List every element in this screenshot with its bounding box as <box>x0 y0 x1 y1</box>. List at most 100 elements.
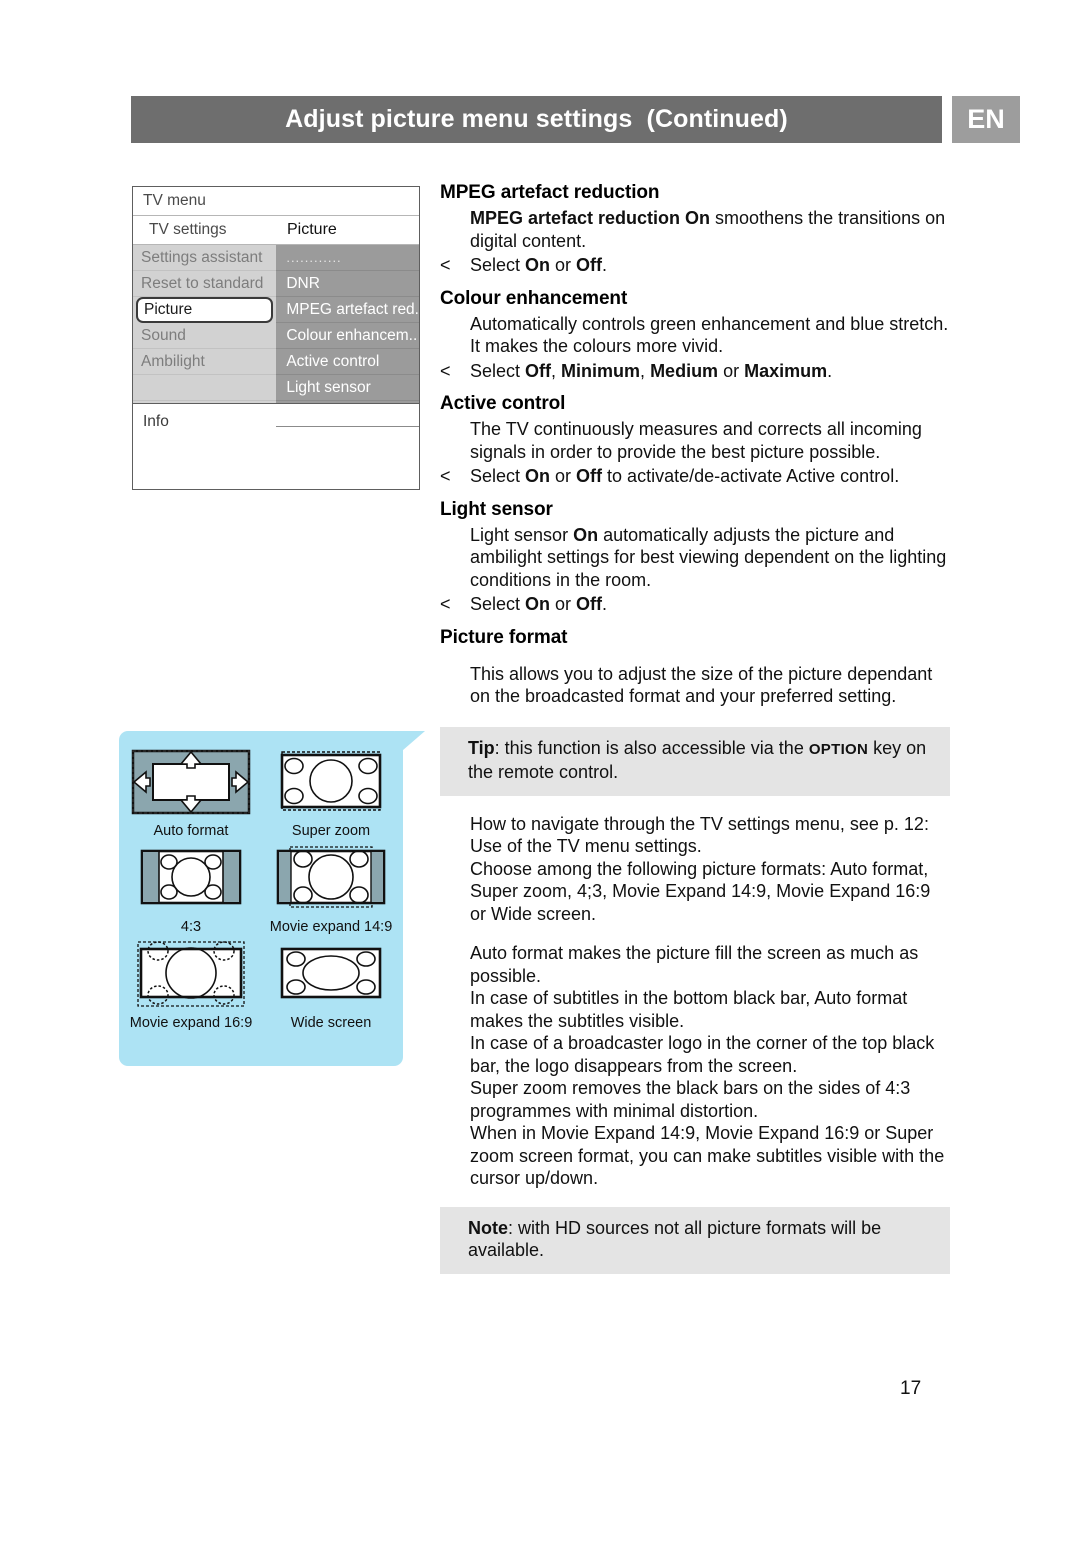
paragraph-broadcaster-logo: In case of a broadcaster logo in the cor… <box>470 1033 935 1076</box>
tv-menu-subtitlebar: TV settings Picture <box>133 216 419 245</box>
heading-light-sensor: Light sensor <box>440 498 553 520</box>
submenu-item-mpeg-artefact-red[interactable]: MPEG artefact red. <box>276 297 419 323</box>
tv-menu-body: Settings assistant Reset to standard Pic… <box>133 245 419 427</box>
main-content-column: MPEG artefact reduction MPEG artefact re… <box>440 182 950 1274</box>
submenu-item-picture-format[interactable]: Picture format <box>276 401 419 427</box>
ls-select-mid: or <box>550 594 577 614</box>
option-key-label: OPTION <box>808 740 869 758</box>
submenu-item-active-control[interactable]: Active control <box>276 349 419 375</box>
paragraph-navigate: How to navigate through the TV settings … <box>470 813 929 857</box>
bullet-marker-icon: < <box>440 594 451 614</box>
tv-menu-mockup: TV menu TV settings Picture Settings ass… <box>132 186 420 490</box>
menu-item-ambilight[interactable]: Ambilight <box>133 349 277 375</box>
picture-format-illustration-panel: Auto format Super zoom 4:3 Movie expand … <box>119 731 425 1066</box>
super-zoom-icon <box>280 751 382 811</box>
auto-format-icon <box>131 749 251 815</box>
format-label-wide-screen: Wide screen <box>290 1015 372 1031</box>
menu-item-sound[interactable]: Sound <box>133 323 277 349</box>
tip-text-before: : this function is also accessible via t… <box>494 737 809 758</box>
format-label-super-zoom: Super zoom <box>291 823 371 839</box>
language-badge: EN <box>952 96 1020 143</box>
tv-menu-left-column: Settings assistant Reset to standard Pic… <box>133 245 277 403</box>
paragraph-choose-formats: Choose among the following picture forma… <box>470 858 931 924</box>
menu-item-settings-assistant[interactable]: Settings assistant <box>133 245 277 271</box>
heading-active-control: Active control <box>440 393 566 414</box>
paragraph-picture-format-body: This allows you to adjust the size of th… <box>470 663 933 707</box>
menu-item-reset-to-standard[interactable]: Reset to standard <box>133 271 277 297</box>
mpeg-option-on: On <box>525 255 551 275</box>
bullet-active-control-select: < Select On or Off to activate/de-activa… <box>440 465 950 488</box>
colour-sep-3: or <box>718 360 745 381</box>
ac-select-prefix: Select <box>470 466 526 486</box>
document-page: Adjust picture menu settings (Continued)… <box>0 0 1080 1560</box>
format-cell-auto-format: Auto format <box>121 747 261 839</box>
bullet-light-sensor-select: < Select On or Off. <box>440 593 950 616</box>
submenu-item-light-sensor[interactable]: Light sensor <box>276 375 419 401</box>
bullet-mpeg-select: < Select On or Off. <box>440 254 950 277</box>
bullet-mpeg-text: Select On or Off. <box>470 254 950 277</box>
movie-expand-16-9-icon <box>137 941 245 1007</box>
format-diagram-grid: Auto format Super zoom 4:3 Movie expand … <box>119 747 403 1031</box>
ac-option-off: Off <box>576 466 603 486</box>
mpeg-select-suffix: . <box>602 255 608 275</box>
format-cell-four-three: 4:3 <box>121 843 261 935</box>
bullet-marker-icon: < <box>440 255 451 275</box>
format-cell-wide-screen: Wide screen <box>261 939 401 1031</box>
colour-option-maximum: Maximum <box>744 360 828 381</box>
colour-option-medium: Medium <box>650 360 719 381</box>
paragraph-light-sensor-body: Light sensor On automatically adjusts th… <box>470 524 950 592</box>
bullet-active-control-text: Select On or Off to activate/de-activate… <box>470 465 950 488</box>
picture-panel-title: Picture <box>287 221 337 238</box>
submenu-item-dnr[interactable]: DNR <box>276 271 419 297</box>
menu-item-blank-1 <box>133 375 277 401</box>
tv-settings-label: TV settings <box>149 221 227 238</box>
mpeg-body-bold: MPEG artefact reduction On <box>470 208 711 228</box>
tv-menu-right-column: ............ DNR MPEG artefact red. Colo… <box>276 245 419 427</box>
submenu-item-dots: ............ <box>276 245 419 271</box>
colour-option-off: Off <box>525 360 552 381</box>
page-number: 17 <box>900 1378 922 1399</box>
note-text: : with HD sources not all picture format… <box>468 1217 882 1261</box>
format-label-movie-expand-14-9: Movie expand 14:9 <box>269 919 393 935</box>
ac-select-suffix: to activate/de-activate Active control. <box>602 466 900 486</box>
ac-select-mid: or <box>550 466 577 486</box>
heading-colour-enhancement: Colour enhancement <box>440 287 628 309</box>
bullet-light-sensor-text: Select On or Off. <box>470 593 950 616</box>
paragraph-active-control-body: The TV continuously measures and correct… <box>470 419 922 462</box>
format-cell-super-zoom: Super zoom <box>261 747 401 839</box>
ls-body-prefix: Light sensor <box>470 524 574 545</box>
page-title: Adjust picture menu settings (Continued) <box>285 105 788 133</box>
bullet-colour-text: Select Off, Minimum, Medium or Maximum. <box>470 360 950 383</box>
ls-option-on: On <box>525 594 551 614</box>
format-label-auto-format: Auto format <box>153 823 229 839</box>
paragraph-auto-format: Auto format makes the picture fill the s… <box>470 943 919 986</box>
menu-item-picture[interactable]: Picture <box>136 297 274 323</box>
wide-screen-icon <box>280 947 382 999</box>
colour-sep-2: , <box>640 360 651 381</box>
header-bar: Adjust picture menu settings (Continued) <box>131 96 942 143</box>
movie-expand-14-9-icon <box>276 846 386 908</box>
paragraph-mpeg-body: MPEG artefact reduction On smoothens the… <box>470 207 950 252</box>
ls-select-prefix: Select <box>470 594 526 614</box>
paragraph-super-zoom: Super zoom removes the black bars on the… <box>470 1078 911 1121</box>
tv-menu-titlebar: TV menu <box>133 187 419 216</box>
heading-mpeg-artefact-reduction: MPEG artefact reduction <box>440 182 660 203</box>
ls-body-bold-on: On <box>573 524 599 545</box>
format-cell-movie-expand-14-9: Movie expand 14:9 <box>261 843 401 935</box>
paragraph-movie-expand: When in Movie Expand 14:9, Movie Expand … <box>470 1123 945 1188</box>
format-label-four-three: 4:3 <box>180 919 202 935</box>
bullet-colour-select: < Select Off, Minimum, Medium or Maximum… <box>440 360 950 383</box>
colour-option-minimum: Minimum <box>561 360 641 381</box>
ls-option-off: Off <box>576 594 603 614</box>
ls-select-suffix: . <box>602 594 608 614</box>
paragraph-subtitles: In case of subtitles in the bottom black… <box>470 988 908 1031</box>
tv-menu-title: TV menu <box>143 192 206 209</box>
submenu-item-colour-enhancement[interactable]: Colour enhancem.. <box>276 323 419 349</box>
bullet-marker-icon: < <box>440 466 451 486</box>
mpeg-select-prefix: Select <box>470 255 526 275</box>
ac-option-on: On <box>525 466 551 486</box>
mpeg-select-mid: or <box>550 255 577 275</box>
note-label: Note <box>468 1217 508 1238</box>
tip-callout-box: Tip: this function is also accessible vi… <box>440 726 950 796</box>
page-header: Adjust picture menu settings (Continued)… <box>131 96 1020 143</box>
